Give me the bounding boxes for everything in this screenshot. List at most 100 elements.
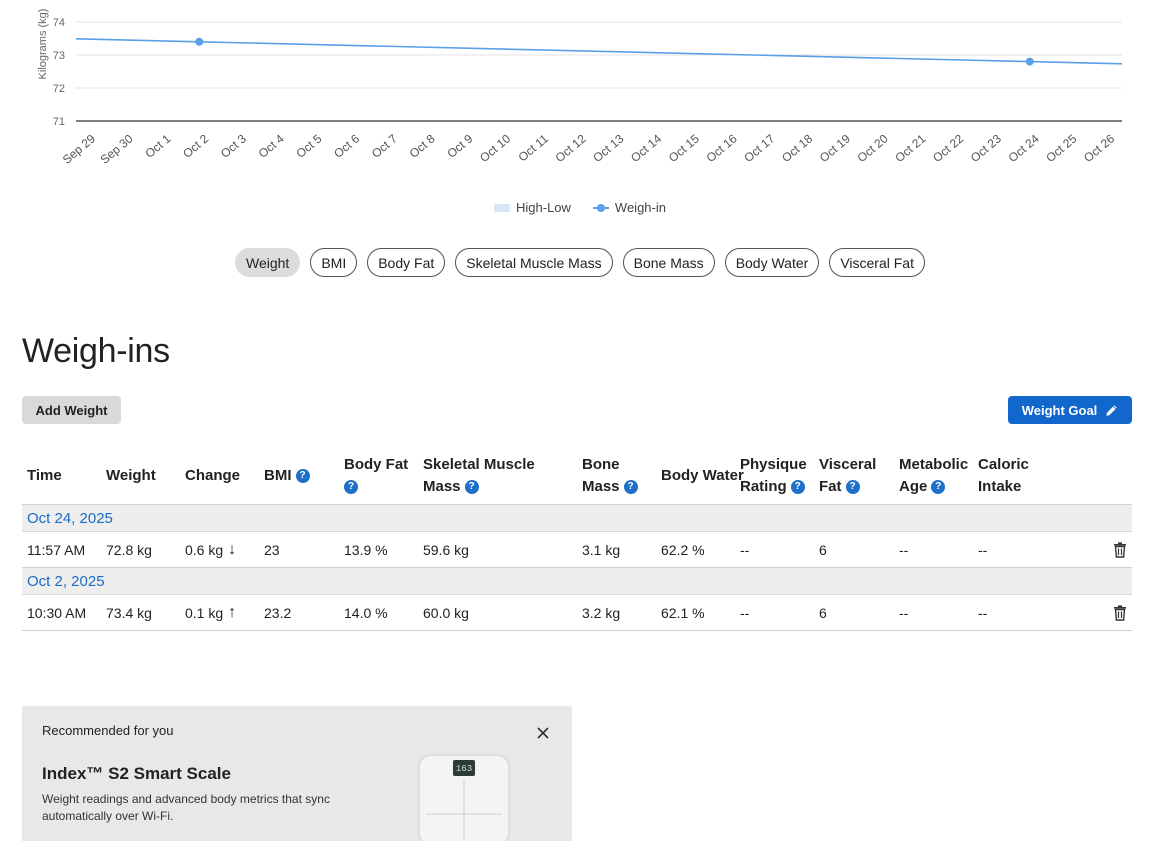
x-tick-label: Oct 15 — [666, 131, 702, 165]
legend-swatch-high-low — [494, 203, 510, 212]
x-tick-label: Oct 2 — [180, 131, 211, 160]
cell-bone-mass: 3.1 kg — [582, 542, 621, 558]
x-tick-label: Oct 16 — [704, 131, 740, 165]
column-header-bone-mass-label-2: Mass — [582, 478, 620, 495]
table-row[interactable]: 11:57 AM 72.8 kg 0.6 kg ↓ 23 13.9 % 59.6 … — [22, 532, 1132, 568]
cell-skeletal-muscle-mass: 59.6 kg — [423, 542, 469, 558]
x-tick-label: Oct 19 — [817, 131, 853, 165]
column-header-change: Change — [185, 447, 240, 505]
x-tick-label: Oct 13 — [590, 131, 626, 165]
date-group-label[interactable]: Oct 24, 2025 — [27, 510, 113, 527]
x-tick-label: Oct 21 — [892, 131, 928, 165]
column-header-caloric-intake-label-2: Intake — [978, 478, 1022, 495]
x-tick-label: Sep 29 — [60, 131, 98, 166]
column-header-change-label: Change — [185, 467, 241, 484]
legend-label-weigh-in: Weigh-in — [614, 200, 666, 215]
weight-chart-svg: 71727374Kilograms (kg)Sep 29 Sep 30 Oct 1O… — [37, 9, 1123, 167]
x-tick-label: Oct 7 — [369, 131, 400, 160]
weight-goal-button[interactable]: Weight Goal — [1008, 396, 1132, 424]
column-header-physique-rating-label-2: Rating — [740, 478, 787, 495]
cell-body-fat: 13.9 % — [344, 542, 388, 558]
tab-bone-mass[interactable]: Bone Mass — [622, 248, 715, 277]
column-header-visceral-fat-label: Visceral — [819, 456, 877, 473]
help-icon[interactable]: ? — [344, 480, 358, 495]
x-tick-label: Oct 22 — [930, 131, 966, 165]
x-tick-label: Oct 14 — [628, 131, 664, 165]
x-tick-label: Oct 20 — [855, 131, 891, 165]
data-point-weigh-in — [195, 37, 204, 46]
x-tick-label: Sep 30 — [98, 131, 136, 166]
tab-bmi[interactable]: BMI — [310, 248, 358, 277]
y-tick-label: 72 — [53, 83, 65, 95]
y-tick-label: 74 — [53, 17, 65, 29]
column-header-bone-mass-label: Bone — [582, 456, 620, 473]
weigh-ins-title: Weigh-ins — [22, 332, 170, 370]
x-tick-label: Oct 23 — [968, 131, 1004, 165]
column-header-body-fat-label: Body Fat — [344, 456, 409, 473]
x-tick-label: Oct 24 — [1006, 131, 1042, 165]
metric-tabs: Weight BMI Body Fat Skeletal Muscle Mass… — [0, 248, 1160, 277]
recommendation-kicker: Recommended for you — [42, 723, 174, 738]
column-header-physique-rating-label: Physique — [740, 456, 807, 473]
cell-change-value: 0.1 kg — [185, 605, 224, 621]
trash-icon[interactable] — [1113, 542, 1127, 558]
series-line-weigh-in — [75, 38, 1123, 65]
weight-chart: 71 72 73 74 Kilograms (kg) Sep 29 Sep 30 Oct 1O… — [0, 0, 1160, 230]
product-description: Weight readings and advanced body metric… — [42, 792, 330, 823]
table-header: Time Weight Change BMI? Body Fat? Skelet… — [22, 447, 1132, 505]
tab-skeletal-muscle-mass[interactable]: Skeletal Muscle Mass — [455, 248, 613, 277]
help-icon[interactable]: ? — [845, 480, 860, 495]
date-group-header: Oct 24, 2025 — [22, 505, 1132, 532]
tab-body-water[interactable]: Body Water — [724, 248, 820, 277]
x-tick-label: Oct 9 — [444, 131, 475, 160]
chart-legend: High-Low Weigh-in — [0, 200, 1160, 215]
cell-body-fat: 14.0 % — [344, 605, 388, 621]
x-tick-label: Oct 26 — [1081, 131, 1117, 165]
weight-goal-label: Weight Goal — [1021, 402, 1098, 418]
cell-change: 0.6 kg ↓ — [185, 532, 236, 568]
recommendation-card: Recommended for you Index™ S2 Smart Scal… — [22, 706, 572, 841]
column-header-caloric-intake-label: Caloric — [978, 456, 1029, 473]
help-icon[interactable]: ? — [295, 469, 310, 483]
column-header-visceral-fat-label-2: Fat — [819, 478, 842, 495]
tab-weight[interactable]: Weight — [235, 248, 301, 277]
column-header-bone-mass: Bone Mass? — [582, 447, 638, 505]
cell-metabolic-age: -- — [899, 542, 909, 558]
product-title[interactable]: Index™ S2 Smart Scale — [42, 764, 231, 784]
column-header-skeletal-muscle-mass: Skeletal Muscle Mass? — [423, 447, 535, 505]
column-header-metabolic-age-label: Metabolic — [899, 456, 969, 473]
trash-icon[interactable] — [1113, 605, 1127, 621]
table-row[interactable]: 10:30 AM 73.4 kg 0.1 kg ↑ 23.2 14.0 % 60.… — [22, 595, 1132, 631]
close-icon[interactable] — [534, 724, 552, 742]
cell-body-water: 62.2 % — [661, 542, 705, 558]
x-tick-label: Oct 10 — [477, 131, 513, 165]
help-icon[interactable]: ? — [931, 480, 946, 495]
x-tick-label: Oct 6 — [331, 131, 362, 160]
help-icon[interactable]: ? — [623, 480, 638, 495]
column-header-time: Time — [27, 447, 62, 505]
column-header-metabolic-age: Metabolic Age? — [899, 447, 968, 505]
column-header-bmi: BMI? — [264, 447, 310, 505]
smart-scale-image[interactable]: 163 — [418, 754, 510, 841]
cell-weight: 72.8 kg — [106, 542, 152, 558]
legend-item-high-low[interactable]: High-Low — [494, 200, 571, 215]
cell-physique-rating: -- — [740, 605, 750, 621]
y-tick-label: 73 — [53, 50, 65, 62]
x-tick-label: Oct 12 — [553, 131, 589, 165]
cell-caloric-intake: -- — [978, 542, 988, 558]
x-tick-label: Oct 25 — [1043, 131, 1079, 165]
y-tick-label: 71 — [53, 116, 65, 128]
date-group-label[interactable]: Oct 2, 2025 — [27, 573, 105, 590]
cell-time: 11:57 AM — [27, 542, 86, 558]
column-header-body-water: Body Water — [661, 447, 744, 505]
x-tick-label: Oct 4 — [256, 131, 287, 160]
help-icon[interactable]: ? — [790, 480, 805, 495]
legend-item-weigh-in[interactable]: Weigh-in — [592, 200, 666, 215]
column-header-metabolic-age-label-2: Age — [899, 478, 928, 495]
tab-body-fat[interactable]: Body Fat — [367, 248, 446, 277]
help-icon[interactable]: ? — [464, 480, 479, 495]
add-weight-button[interactable]: Add Weight — [22, 396, 121, 424]
tab-visceral-fat[interactable]: Visceral Fat — [829, 248, 925, 277]
pencil-icon — [1106, 404, 1118, 416]
column-header-bmi-label: BMI — [264, 467, 292, 484]
